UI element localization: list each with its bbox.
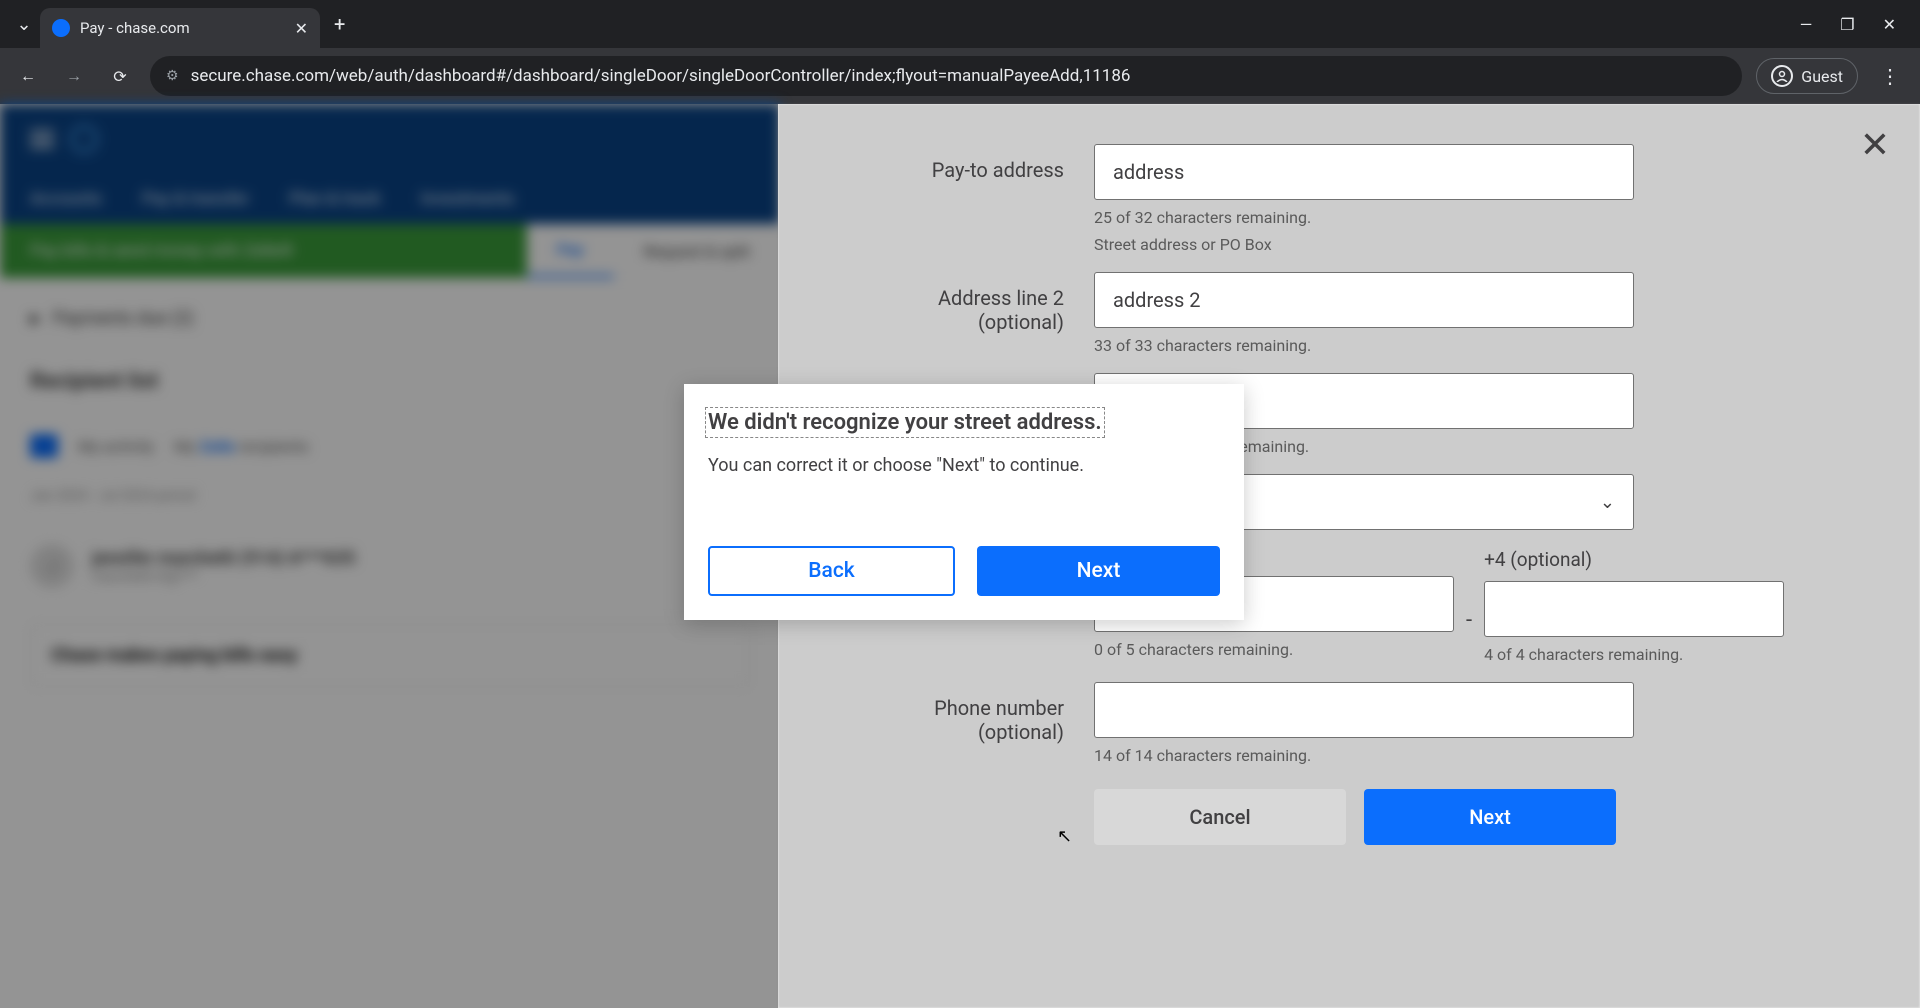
- address-warning-modal: We didn't recognize your street address.…: [684, 384, 1244, 620]
- zip-plus4-label: +4 (optional): [1484, 548, 1784, 571]
- modal-next-button[interactable]: Next: [977, 546, 1220, 596]
- pay-to-helper-count: 25 of 32 characters remaining.: [1094, 208, 1634, 227]
- browser-toolbar: ← → ⟳ ⚙ secure.chase.com/web/auth/dashbo…: [0, 48, 1920, 104]
- modal-title: We didn't recognize your street address.: [708, 410, 1102, 435]
- maximize-icon[interactable]: ❐: [1840, 15, 1854, 34]
- minimize-icon[interactable]: —: [1800, 15, 1813, 34]
- address2-helper: 33 of 33 characters remaining.: [1094, 336, 1634, 355]
- nav-forward-icon[interactable]: →: [58, 60, 90, 92]
- tab-close-icon[interactable]: ✕: [295, 19, 308, 38]
- zip-plus4-input[interactable]: [1484, 581, 1784, 637]
- field-phone: Phone number (optional) 14 of 14 charact…: [878, 682, 1860, 765]
- page-content: Accounts Pay & transfer Plan & track Inv…: [0, 104, 1920, 1008]
- phone-label: Phone number (optional): [878, 682, 1094, 744]
- guest-avatar-icon: [1771, 65, 1793, 87]
- close-flyout-icon[interactable]: ✕: [1860, 124, 1890, 166]
- browser-tab-strip: ⌄ Pay - chase.com ✕ + — ❐ ✕: [0, 0, 1920, 48]
- window-controls: — ❐ ✕: [1800, 15, 1912, 34]
- url-text: secure.chase.com/web/auth/dashboard#/das…: [191, 66, 1131, 86]
- phone-input[interactable]: [1094, 682, 1634, 738]
- new-tab-icon[interactable]: +: [334, 12, 345, 36]
- modal-body: You can correct it or choose "Next" to c…: [708, 455, 1220, 476]
- site-info-icon[interactable]: ⚙: [166, 68, 179, 84]
- guest-label: Guest: [1801, 67, 1843, 86]
- close-window-icon[interactable]: ✕: [1883, 15, 1896, 34]
- pay-to-helper-desc: Street address or PO Box: [1094, 235, 1634, 254]
- pay-to-label: Pay-to address: [878, 144, 1094, 182]
- cancel-button[interactable]: Cancel: [1094, 789, 1346, 845]
- tabs-dropdown-icon[interactable]: ⌄: [8, 8, 40, 40]
- nav-reload-icon[interactable]: ⟳: [104, 60, 136, 92]
- pay-to-input[interactable]: [1094, 144, 1634, 200]
- address2-input[interactable]: [1094, 272, 1634, 328]
- flyout-actions: Cancel Next: [1094, 789, 1860, 845]
- field-pay-to-address: Pay-to address 25 of 32 characters remai…: [878, 144, 1860, 254]
- site-favicon-icon: [52, 19, 70, 37]
- zip-plus4-helper: 4 of 4 characters remaining.: [1484, 645, 1784, 664]
- browser-tab[interactable]: Pay - chase.com ✕: [40, 8, 320, 48]
- tab-title: Pay - chase.com: [80, 19, 285, 37]
- nav-back-icon[interactable]: ←: [12, 60, 44, 92]
- zip-dash: -: [1454, 608, 1484, 633]
- profile-guest-chip[interactable]: Guest: [1756, 58, 1858, 94]
- phone-helper: 14 of 14 characters remaining.: [1094, 746, 1634, 765]
- chevron-down-icon: ⌄: [1600, 492, 1615, 513]
- modal-actions: Back Next: [708, 546, 1220, 596]
- modal-back-button[interactable]: Back: [708, 546, 955, 596]
- address2-label: Address line 2 (optional): [878, 272, 1094, 334]
- zip-helper: 0 of 5 characters remaining.: [1094, 640, 1454, 659]
- field-address-line-2: Address line 2 (optional) 33 of 33 chara…: [878, 272, 1860, 355]
- next-button[interactable]: Next: [1364, 789, 1616, 845]
- address-bar[interactable]: ⚙ secure.chase.com/web/auth/dashboard#/d…: [150, 56, 1742, 96]
- browser-menu-icon[interactable]: ⋮: [1872, 64, 1908, 88]
